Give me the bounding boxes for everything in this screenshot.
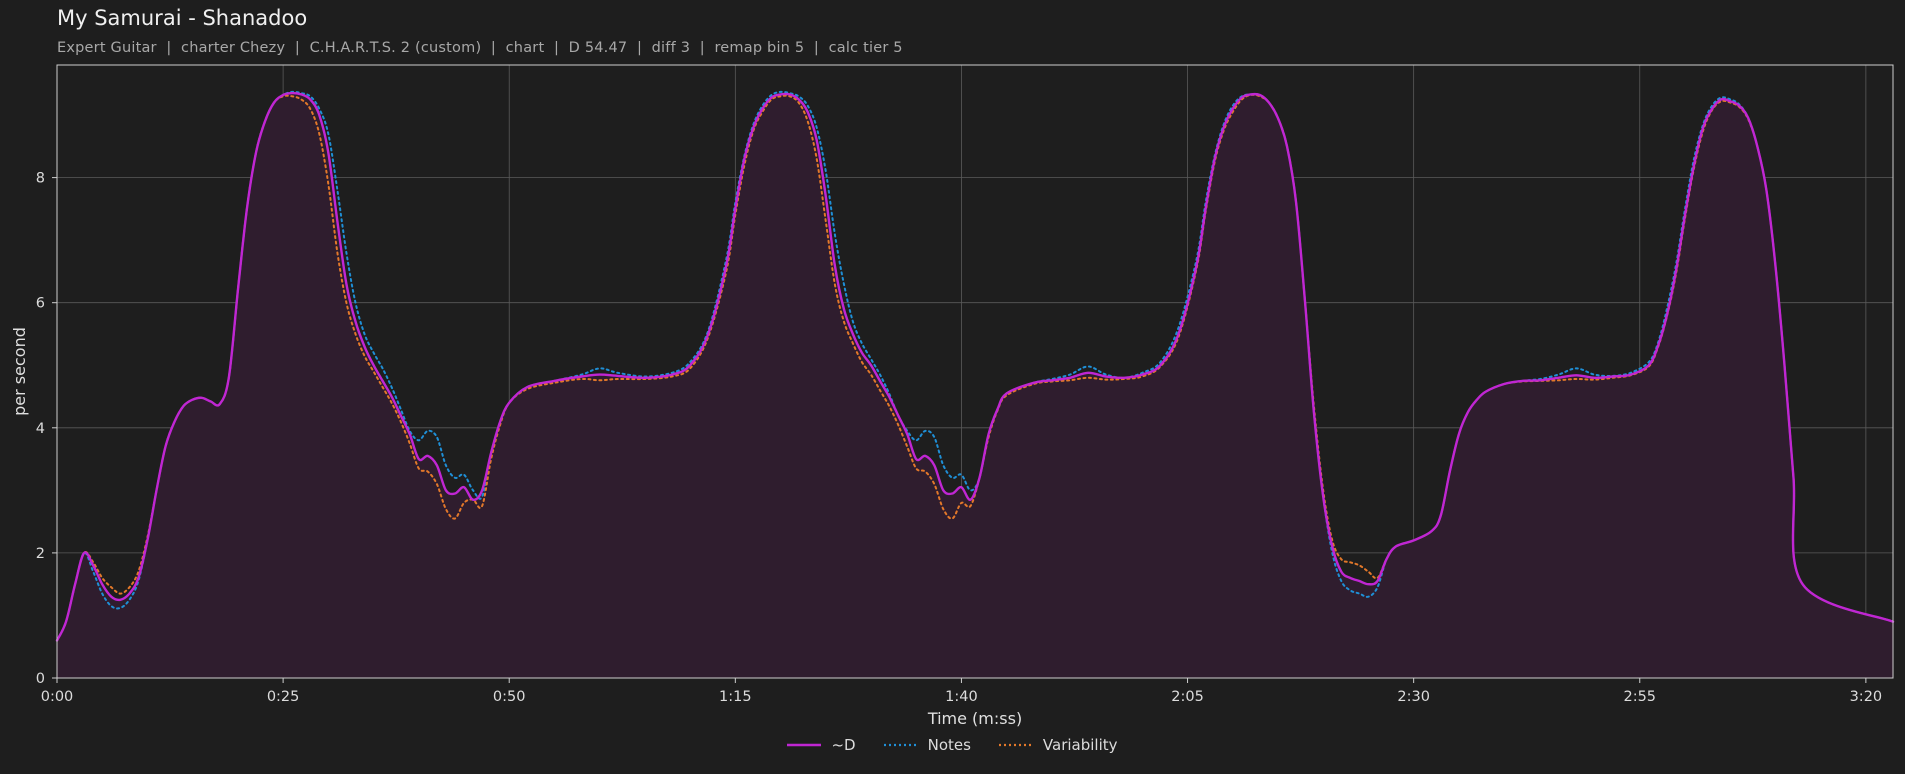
y-tick-label: 6 — [36, 296, 45, 312]
x-tick-label: 2:55 — [1623, 689, 1656, 705]
x-tick-label: 1:15 — [719, 689, 752, 705]
legend-swatch-variability — [998, 743, 1033, 747]
x-tick-label: 0:25 — [267, 689, 300, 705]
x-tick-label: 0:00 — [41, 689, 74, 705]
legend-swatch-d — [787, 743, 822, 747]
legend-item-variability: Variability — [998, 736, 1118, 754]
legend-item-notes: Notes — [883, 736, 971, 754]
x-tick-label: 0:50 — [493, 689, 526, 705]
y-axis-label: per second — [10, 327, 29, 416]
y-tick-label: 4 — [36, 421, 45, 437]
legend-label-variability: Variability — [1042, 736, 1118, 754]
legend-item-d: ~D — [787, 736, 856, 754]
x-axis-label: Time (m:ss) — [927, 709, 1022, 728]
legend-swatch-notes — [883, 743, 918, 747]
legend-label-notes: Notes — [927, 736, 971, 754]
x-tick-label: 2:30 — [1397, 689, 1430, 705]
legend-label-d: ~D — [831, 736, 856, 754]
line-chart: 0:00 0:25 0:50 1:15 1:40 2:05 2:30 2:55 3:20 0 2 4 6… — [10, 64, 1895, 728]
y-tick-label: 0 — [36, 671, 45, 687]
x-tick-label: 2:05 — [1171, 689, 1204, 705]
x-tick-label: 1:40 — [945, 689, 978, 705]
y-tick-label: 8 — [36, 171, 45, 187]
x-tick-label: 3:20 — [1850, 689, 1883, 705]
legend: ~D Notes Variability — [0, 736, 1905, 754]
y-tick-label: 2 — [36, 546, 45, 562]
